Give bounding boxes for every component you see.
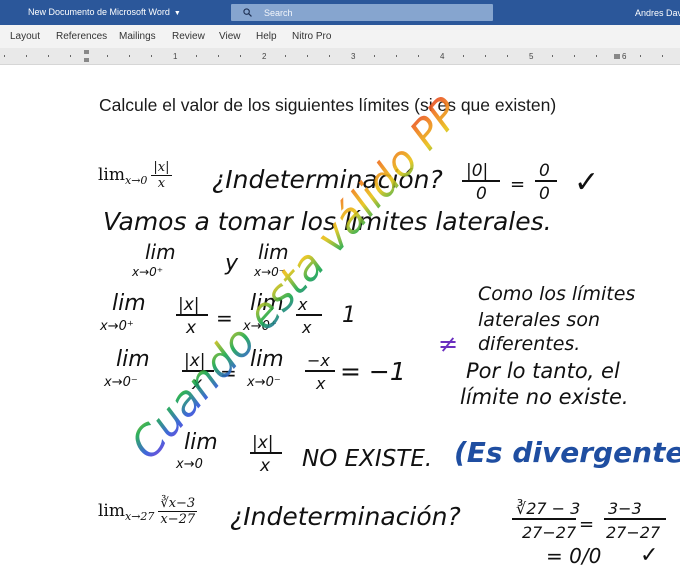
tab-layout[interactable]: Layout [10, 31, 40, 42]
tab-help[interactable]: Help [256, 31, 277, 42]
tab-review[interactable]: Review [172, 31, 205, 42]
ruler-label: 2 [262, 52, 267, 61]
numerator: |x| [151, 160, 172, 176]
denominator: x [157, 176, 166, 191]
page-heading: Calcule el valor de los siguientes límit… [99, 95, 557, 115]
document-title-menu[interactable]: New Documento de Microsoft Word ▼ [28, 7, 181, 17]
account-name[interactable]: Andres Dav [635, 8, 680, 18]
lim-text: lim [98, 165, 125, 185]
ruler-label: 6 [622, 52, 627, 61]
ruler-label: 1 [173, 52, 178, 61]
search-input[interactable]: Search [231, 4, 493, 21]
equation-limit-2: limx→27 ∛x−3 x−27 [98, 496, 198, 527]
ribbon-tabs: Layout References Mailings Review View H… [0, 25, 680, 49]
fraction: ∛x−3 x−27 [158, 496, 198, 527]
tab-mailings[interactable]: Mailings [119, 31, 156, 42]
numerator: ∛x−3 [158, 496, 198, 512]
document-title: New Documento de Microsoft Word [28, 7, 170, 17]
fraction: |x| x [151, 160, 172, 191]
ruler-scale: 1 2 3 4 5 6 [4, 50, 663, 62]
ruler-label: 4 [440, 52, 445, 61]
document-page[interactable] [0, 65, 680, 570]
horizontal-ruler[interactable]: 1 2 3 4 5 6 [0, 48, 680, 65]
equation-limit-1: limx→0 |x| x [98, 160, 172, 191]
lim-subscript: x→27 [125, 510, 155, 523]
tab-nitro-pro[interactable]: Nitro Pro [292, 31, 331, 42]
chevron-down-icon: ▼ [173, 10, 181, 17]
ruler-label: 5 [529, 52, 534, 61]
lim-subscript: x→0 [125, 174, 148, 187]
lim-text: lim [98, 501, 125, 521]
tab-references[interactable]: References [56, 31, 107, 42]
ruler-label: 3 [351, 52, 356, 61]
tab-view[interactable]: View [219, 31, 241, 42]
search-placeholder: Search [264, 8, 293, 18]
denominator: x−27 [160, 512, 196, 527]
title-bar: New Documento de Microsoft Word ▼ Search … [0, 0, 680, 25]
search-icon [243, 8, 252, 17]
